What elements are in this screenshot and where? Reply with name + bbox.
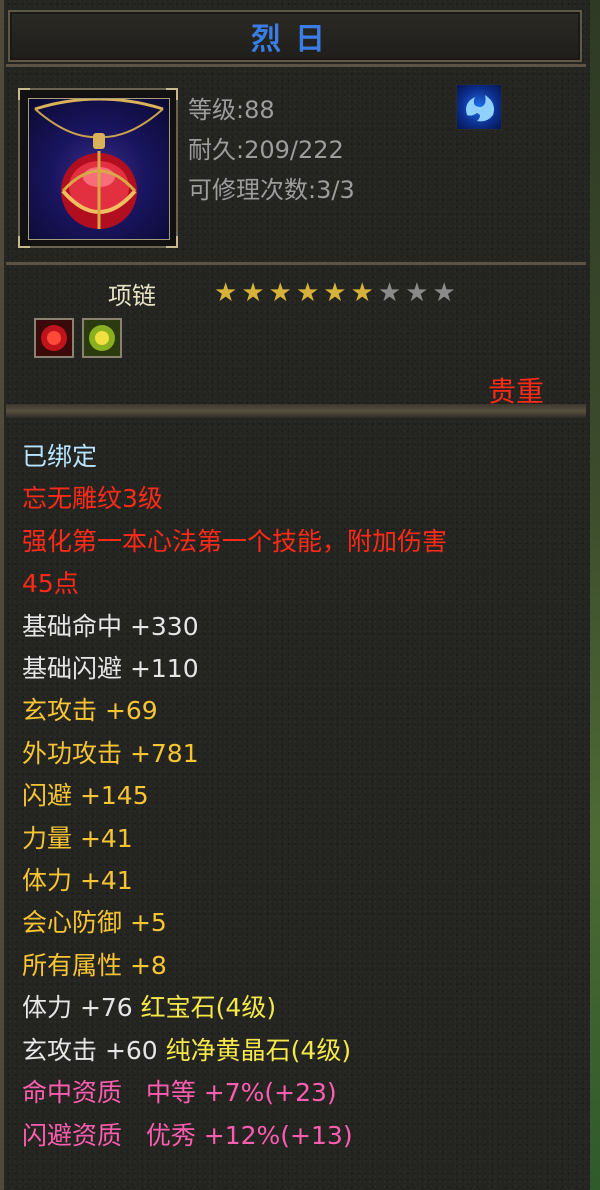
item-icon-frame[interactable] (18, 88, 178, 248)
attribute-row: 玄攻击 +69 (22, 696, 158, 726)
aptitude-row: 闪避资质 优秀 +12%(+13) (22, 1120, 353, 1150)
icon-divider (6, 262, 586, 265)
gem-name: 红宝石(4级) (140, 993, 277, 1023)
gem-stat: 体力 +76 (22, 993, 141, 1023)
gem-stat: 玄攻击 +60 (22, 1035, 166, 1065)
star-icon: ★ (432, 278, 456, 308)
star-icon: ★ (241, 278, 265, 308)
star-icon: ★ (268, 278, 292, 308)
gem-name: 纯净黄晶石(4级) (165, 1035, 352, 1065)
game-background-edge (590, 0, 600, 1190)
yellow-gem-slot-icon[interactable] (82, 318, 122, 358)
attribute-row: 力量 +41 (22, 823, 133, 853)
attribute-row: 会心防御 +5 (22, 908, 167, 938)
attribute-row: 45点 (22, 569, 79, 599)
gem-attribute-row: 体力 +76 红宝石(4级) (22, 987, 578, 1029)
attribute-row: 基础命中 +330 (22, 611, 199, 641)
attribute-row: 闪避 +145 (22, 781, 149, 811)
aptitude-row: 命中资质 中等 +7%(+23) (22, 1078, 337, 1108)
repair-count-line: 可修理次数:3/3 (188, 176, 355, 204)
star-icon: ★ (214, 278, 238, 308)
star-rating: ★ ★ ★ ★ ★ ★ ★ ★ ★ (214, 280, 456, 306)
gem-attribute-row: 玄攻击 +60 纯净黄晶石(4级) (22, 1030, 578, 1072)
star-icon: ★ (350, 278, 374, 308)
attribute-row: 所有属性 +8 (22, 950, 167, 980)
attribute-row: 强化第一本心法第一个技能，附加伤害 (22, 526, 448, 556)
attribute-list: 已绑定忘无雕纹3级强化第一本心法第一个技能，附加伤害 45点基础命中 +330 基础… (22, 436, 578, 1157)
star-icon: ★ (405, 278, 429, 308)
blue-flame-school-icon (456, 84, 502, 130)
attribute-row: 已绑定 (22, 442, 98, 471)
red-gem-slot-icon[interactable] (34, 318, 74, 358)
item-name: 烈日 (251, 22, 339, 57)
attribute-row: 外功攻击 +781 (22, 738, 199, 768)
red-gem-pendant-icon (28, 97, 170, 240)
star-icon: ★ (323, 278, 347, 308)
attribute-row: 基础闪避 +110 (22, 654, 199, 684)
attribute-row: 忘无雕纹3级 (22, 484, 163, 514)
level-line: 等级:88 (188, 96, 275, 124)
section-divider (6, 404, 586, 418)
star-icon: ★ (295, 278, 320, 308)
star-icon: ★ (377, 278, 402, 308)
header-divider (6, 64, 586, 67)
attribute-row: 体力 +41 (22, 866, 133, 896)
durability-line: 耐久:209/222 (188, 136, 344, 164)
title-bar: 烈日 (8, 10, 582, 62)
item-type: 项链 (108, 282, 156, 310)
